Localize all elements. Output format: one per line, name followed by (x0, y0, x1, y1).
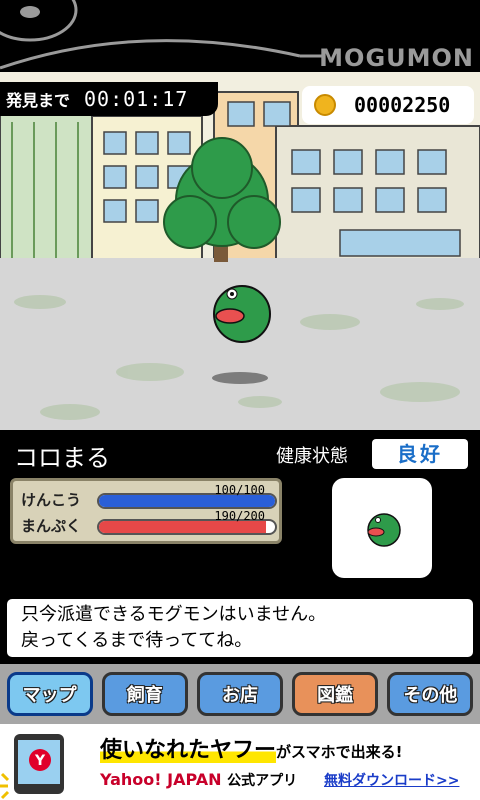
discovery-timer: 発見まで 00:01:17 (0, 82, 218, 116)
message-line: 只今派遣できるモグモンはいません。 (21, 604, 327, 625)
menu-button-encyclopedia[interactable]: 図鑑 (292, 672, 379, 716)
menu-button-breeding[interactable]: 飼育 (101, 672, 188, 716)
city-background (0, 72, 480, 430)
gauge-value: 100/100 (214, 483, 265, 497)
message-line: 戻ってくるまで待っててね。 (21, 630, 253, 651)
svg-text:Y: Y (34, 753, 46, 769)
pet-icon (367, 513, 401, 547)
ad-banner[interactable]: Y 使いなれたヤフーがスマホで出来る! Yahoo! JAPAN 公式アプリ 無… (0, 724, 480, 800)
ad-headline: 使いなれたヤフーがスマホで出来る! (100, 738, 403, 763)
gauge-value: 190/200 (214, 509, 265, 523)
gauge-panel: けんこう 100/100 まんぷく 190/200 (10, 478, 282, 544)
phone-app-icon: Y (0, 734, 64, 800)
timer-value: 00:01:17 (84, 87, 189, 111)
timer-label: 発見まで (6, 91, 71, 110)
gauge-label: けんこう (21, 491, 82, 509)
health-label: 健康状態 (276, 446, 348, 467)
ad-brand: Yahoo! JAPAN 公式アプリ (100, 770, 298, 789)
bottom-menu: マップ 飼育 お店 図鑑 その他 (0, 664, 480, 724)
brand-logo: MOGUMON (319, 44, 474, 72)
pet-thumbnail[interactable] (332, 478, 432, 578)
coin-icon (314, 94, 336, 116)
ad-download-link[interactable]: 無料ダウンロード>> (324, 770, 459, 790)
status-panel: コロまる 健康状態 良好 けんこう 100/100 まんぷく 190/200 (0, 430, 480, 592)
pet-character[interactable] (213, 285, 271, 343)
fullness-gauge: まんぷく 190/200 (21, 509, 277, 537)
coin-counter: 00002250 (302, 86, 474, 124)
gauge-label: まんぷく (21, 517, 82, 535)
pet-name: コロまる (14, 444, 110, 472)
app-header: MOGUMON (0, 0, 480, 72)
menu-button-other[interactable]: その他 (387, 672, 474, 716)
game-scene[interactable] (0, 72, 480, 430)
coin-value: 00002250 (354, 93, 451, 117)
health-status-badge: 良好 (372, 439, 468, 469)
message-box: 只今派遣できるモグモンはいません。 戻ってくるまで待っててね。 (4, 596, 476, 660)
menu-button-shop[interactable]: お店 (196, 672, 283, 716)
menu-button-map[interactable]: マップ (6, 672, 93, 716)
health-gauge: けんこう 100/100 (21, 483, 277, 511)
